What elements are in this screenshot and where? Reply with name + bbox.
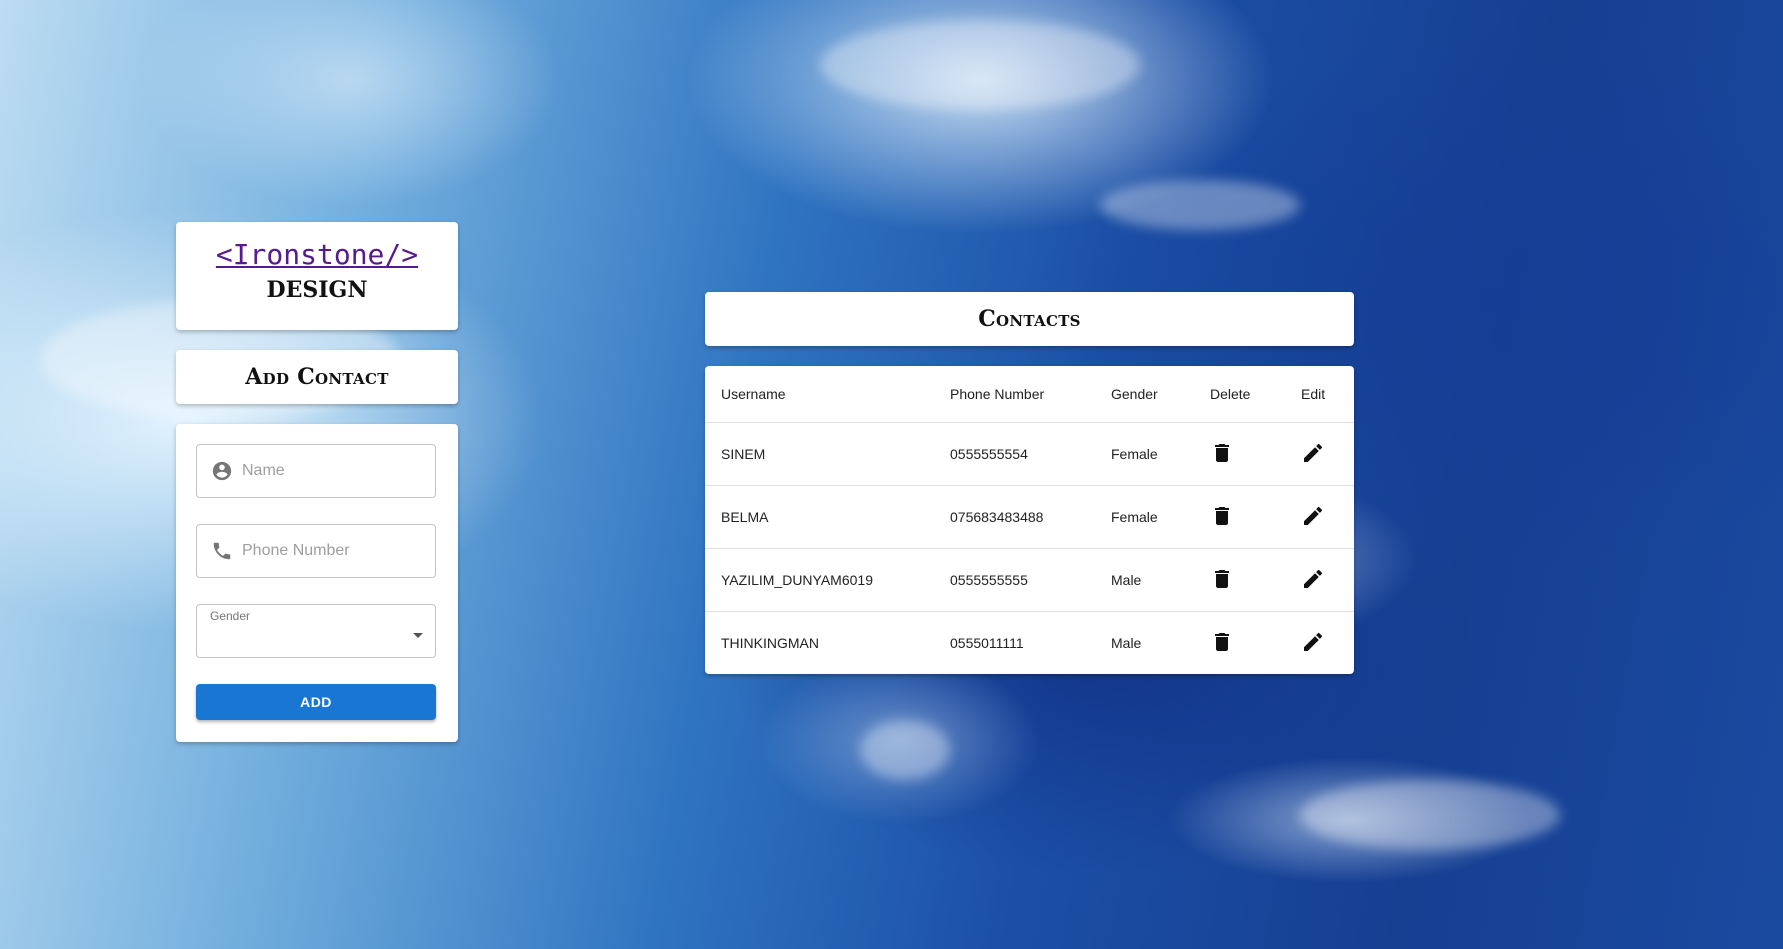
contacts-header: Contacts — [705, 292, 1354, 346]
logo-card: <Ironstone/> DESIGN — [176, 222, 458, 330]
name-placeholder: Name — [242, 462, 285, 479]
trash-icon[interactable] — [1210, 630, 1234, 654]
table-row: BELMA 075683483488 Female — [705, 485, 1354, 549]
column-header-username: Username — [705, 366, 934, 423]
column-header-gender: Gender — [1095, 366, 1194, 423]
cell-gender: Male — [1095, 548, 1194, 612]
phone-input[interactable]: Phone Number — [196, 524, 436, 578]
cell-delete — [1194, 548, 1285, 612]
logo-subtitle: DESIGN — [266, 277, 368, 303]
column-header-edit: Edit — [1285, 366, 1354, 423]
cell-delete — [1194, 612, 1285, 675]
column-header-phone: Phone Number — [934, 366, 1095, 423]
pencil-icon[interactable] — [1301, 504, 1325, 528]
contacts-title: Contacts — [978, 306, 1081, 332]
cell-phone: 0555555554 — [934, 422, 1095, 486]
cell-gender: Female — [1095, 422, 1194, 486]
column-header-delete: Delete — [1194, 366, 1285, 423]
pencil-icon[interactable] — [1301, 567, 1325, 591]
cell-username: SINEM — [705, 422, 934, 486]
account-circle-icon — [212, 461, 232, 481]
trash-icon[interactable] — [1210, 504, 1234, 528]
cell-edit — [1285, 612, 1354, 675]
cell-edit — [1285, 548, 1354, 612]
phone-icon — [213, 542, 231, 560]
cell-phone: 0555011111 — [950, 635, 1024, 651]
table-row: YAZILIM_DUNYAM6019 0555555555 Male — [705, 548, 1354, 612]
cell-username: BELMA — [705, 485, 934, 549]
cell-username: YAZILIM_DUNYAM6019 — [705, 548, 934, 612]
pencil-icon[interactable] — [1301, 630, 1325, 654]
cell-phone: 075683483488 — [934, 485, 1095, 549]
cell-edit — [1285, 485, 1354, 549]
logo-link[interactable]: <Ironstone/> — [216, 238, 418, 271]
cell-gender: Male — [1111, 635, 1142, 651]
contacts-table: Username Phone Number Gender Delete Edit… — [705, 366, 1354, 674]
background-foam — [1100, 180, 1300, 230]
name-input[interactable]: Name — [196, 444, 436, 498]
gender-label: Gender — [210, 609, 251, 623]
add-contact-header: Add Contact — [176, 350, 458, 404]
contacts-table-card: Username Phone Number Gender Delete Edit… — [705, 366, 1354, 674]
cell-delete — [1194, 422, 1285, 486]
add-button[interactable]: ADD — [196, 684, 436, 720]
trash-icon[interactable] — [1210, 567, 1234, 591]
cell-delete — [1194, 485, 1285, 549]
cell-phone: 0555555555 — [934, 548, 1095, 612]
table-row: SINEM 0555555554 Female — [705, 422, 1354, 486]
add-contact-form: Name Phone Number Gender ADD — [176, 424, 458, 742]
phone-placeholder: Phone Number — [242, 542, 350, 559]
background-foam — [820, 20, 1140, 110]
background-foam — [860, 720, 950, 780]
cell-gender: Female — [1095, 485, 1194, 549]
background-foam — [1300, 780, 1560, 850]
gender-select[interactable]: Gender — [196, 604, 436, 658]
cell-username: THINKINGMAN — [721, 635, 819, 651]
trash-icon[interactable] — [1210, 441, 1234, 465]
dropdown-arrow-icon — [413, 633, 423, 638]
table-row: THINKINGMAN 0555011111 Male — [705, 612, 1354, 675]
pencil-icon[interactable] — [1301, 441, 1325, 465]
cell-edit — [1285, 422, 1354, 486]
add-contact-title: Add Contact — [245, 364, 389, 390]
table-header-row: Username Phone Number Gender Delete Edit — [705, 366, 1354, 423]
